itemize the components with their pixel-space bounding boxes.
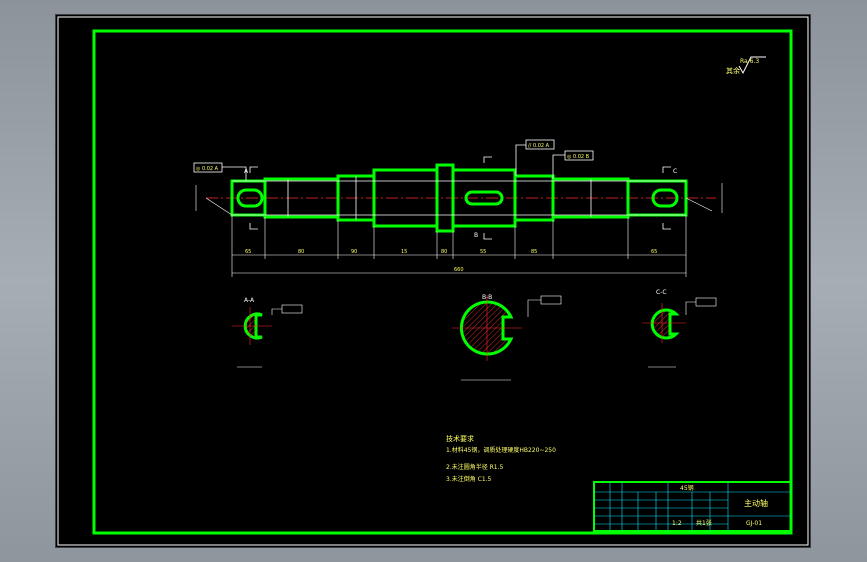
dim-seg2: 80: [298, 249, 304, 255]
dim-seg5: 80: [441, 249, 447, 255]
dim-seg1: 65: [245, 249, 251, 255]
dim-seg7: 85: [531, 249, 537, 255]
dim-seg3: 90: [351, 249, 357, 255]
tech-note-3: 3.未注倒角 C1.5: [446, 475, 492, 483]
section-c-c: C-C: [642, 289, 717, 368]
roughness-value: Ra 6.3: [740, 58, 759, 65]
roughness-symbol: Ra 6.3 其余: [726, 56, 766, 75]
dim-seg8: 65: [651, 249, 657, 255]
cut-label-c: C: [673, 168, 677, 175]
tol-right-text: ◎ 0.02 B: [567, 154, 590, 160]
diameter-leaders: [195, 183, 723, 216]
shaft-drawing: Ra 6.3 其余 A B C ◎ 0.02 A // 0.02 A ◎ 0.0…: [57, 16, 809, 546]
tolerance-frame-right: ◎ 0.02 B: [552, 150, 594, 179]
title-sheet: 共1张: [696, 519, 712, 527]
dim-overall: 660: [454, 267, 464, 273]
title-material: 45钢: [680, 484, 694, 492]
section-a-label: A-A: [244, 297, 255, 304]
tol-mid-text: // 0.02 A: [528, 143, 550, 149]
title-scale: 1:2: [672, 520, 682, 527]
section-a-a: A-A: [232, 297, 303, 368]
tech-notes-title: 技术要求: [446, 434, 474, 443]
roughness-rest-label: 其余: [726, 66, 740, 75]
sheet-outer-border: [57, 16, 809, 546]
tolerance-frame-mid: // 0.02 A: [515, 139, 555, 176]
tol-left-text: ◎ 0.02 A: [196, 166, 219, 172]
cut-label-b: B: [474, 232, 478, 239]
tolerance-frame-left: ◎ 0.02 A: [193, 162, 247, 181]
technical-notes: 技术要求 1.材料45钢，调质处理硬度HB220~250 2.未注圆角半径 R1…: [446, 434, 556, 483]
section-b-b: B-B: [452, 294, 562, 381]
title-block: 45钢 主动轴 GJ-01 1:2 共1张: [593, 481, 792, 532]
tech-note-2: 2.未注圆角半径 R1.5: [446, 463, 504, 471]
dimension-labels: 65 80 90 15 80 55 85 65 660: [245, 249, 657, 273]
dim-seg6: 55: [480, 249, 486, 255]
tech-note-1: 1.材料45钢，调质处理硬度HB220~250: [446, 446, 556, 454]
dim-seg4: 15: [401, 249, 407, 255]
sheet-border: [92, 29, 793, 535]
title-drawing-no: GJ-01: [746, 520, 762, 527]
cad-viewport[interactable]: Ra 6.3 其余 A B C ◎ 0.02 A // 0.02 A ◎ 0.0…: [55, 14, 811, 548]
cut-label-a: A: [244, 168, 249, 175]
section-c-label: C-C: [656, 289, 667, 296]
title-part-name: 主动轴: [744, 498, 768, 508]
